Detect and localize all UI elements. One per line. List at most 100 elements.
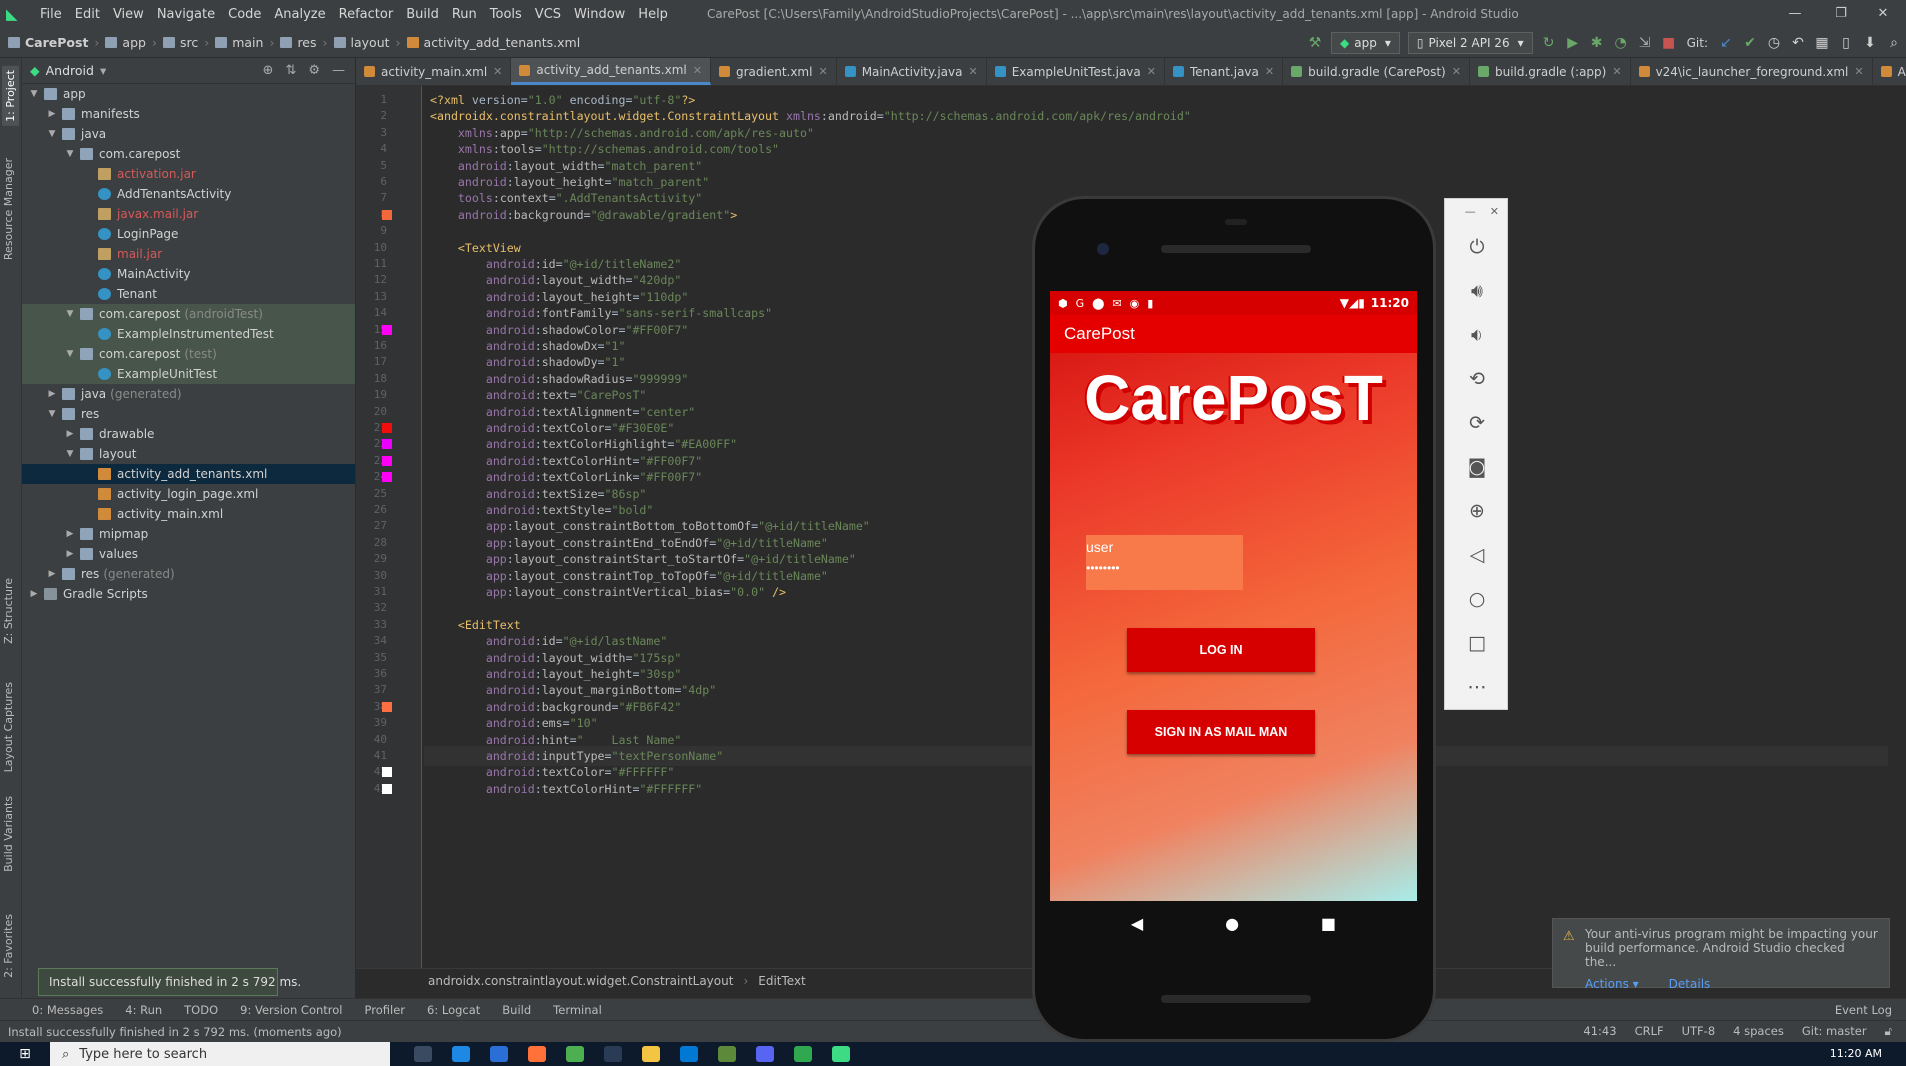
notification-details-link[interactable]: Details (1669, 977, 1711, 991)
tree-item[interactable]: activity_add_tenants.xml (22, 464, 355, 484)
editor-tab[interactable]: ExampleUnitTest.java ✕ (987, 58, 1165, 85)
emulator-close-icon[interactable]: ✕ (1490, 205, 1499, 225)
zoom-icon[interactable]: ⊕ (1445, 489, 1509, 533)
editor-tab[interactable]: v24\ic_launcher_foreground.xml ✕ (1631, 58, 1873, 85)
caret-position[interactable]: 41:43 (1583, 1024, 1616, 1039)
color-preview-marker[interactable] (382, 472, 392, 483)
mailman-signin-button[interactable]: SIGN IN AS MAIL MAN (1127, 710, 1315, 754)
tree-item[interactable]: ▶ manifests (22, 104, 355, 124)
editor-tab[interactable]: MainActivity.java ✕ (837, 58, 987, 85)
tree-item[interactable]: ▼ app (22, 84, 355, 104)
menu-view[interactable]: View (113, 7, 144, 22)
tool-terminal[interactable]: Terminal (553, 1003, 602, 1017)
menu-analyze[interactable]: Analyze (274, 7, 325, 22)
close-tab-icon[interactable]: ✕ (818, 65, 827, 78)
back-icon[interactable]: ◀ (1131, 914, 1143, 933)
expand-arrow-icon[interactable]: ▼ (64, 149, 76, 159)
tree-item[interactable]: ▶ mipmap (22, 524, 355, 544)
close-icon[interactable]: ✕ (1860, 0, 1906, 28)
git-commit-icon[interactable]: ✔ (1738, 32, 1762, 54)
breadcrumb-item[interactable]: main › (215, 35, 276, 50)
settings-gear-icon[interactable]: ⚙ (308, 63, 320, 78)
close-tab-icon[interactable]: ✕ (1147, 65, 1156, 78)
code-line[interactable]: android:background="@drawable/gradient"> (430, 205, 737, 225)
color-preview-marker[interactable] (382, 701, 392, 712)
tree-item[interactable]: ▼ com.carepost (22, 144, 355, 164)
tree-item[interactable]: ▶ Gradle Scripts (22, 584, 355, 604)
menu-vcs[interactable]: VCS (535, 7, 561, 22)
indent-setting[interactable]: 4 spaces (1733, 1024, 1784, 1039)
color-preview-marker[interactable] (382, 439, 392, 450)
expand-arrow-icon[interactable]: ▼ (46, 409, 58, 419)
close-tab-icon[interactable]: ✕ (693, 64, 702, 77)
store-icon[interactable] (490, 1046, 508, 1062)
close-tab-icon[interactable]: ✕ (493, 65, 502, 78)
home-icon[interactable]: ● (1225, 914, 1239, 933)
tree-item[interactable]: ▶ drawable (22, 424, 355, 444)
rollback-icon[interactable]: ↶ (1786, 32, 1810, 54)
tree-item[interactable]: ExampleInstrumentedTest (22, 324, 355, 344)
minimize-icon[interactable]: — (1772, 0, 1818, 28)
run-icon[interactable]: ▶ (1561, 32, 1585, 54)
editor-tab[interactable]: Tenant.java ✕ (1165, 58, 1284, 85)
color-preview-marker[interactable] (382, 767, 392, 778)
make-project-hammer-icon[interactable]: ⚒ (1303, 32, 1327, 54)
rotate-right-icon[interactable]: ⟳ (1445, 401, 1509, 445)
expand-arrow-icon[interactable]: ▼ (64, 449, 76, 459)
close-tab-icon[interactable]: ✕ (1452, 65, 1461, 78)
menu-help[interactable]: Help (638, 7, 668, 22)
menu-tools[interactable]: Tools (490, 7, 522, 22)
file-encoding[interactable]: UTF-8 (1682, 1024, 1716, 1039)
editor-tab[interactable]: AndroidManifest.xml✕ (1873, 58, 1906, 85)
history-icon[interactable]: ◷ (1762, 32, 1786, 54)
tree-item[interactable]: ▶ res (generated) (22, 564, 355, 584)
power-icon[interactable]: ⏻ (1445, 225, 1509, 269)
expand-arrow-icon[interactable]: ▶ (64, 549, 76, 559)
collapse-all-icon[interactable]: ⇅ (285, 63, 296, 78)
device-select[interactable]: ▯ Pixel 2 API 26 ▾ (1407, 31, 1533, 54)
editor-tab[interactable]: activity_add_tenants.xml ✕ (511, 58, 711, 85)
volume-up-icon[interactable]: 🔊︎ (1445, 269, 1509, 313)
expand-arrow-icon[interactable]: ▶ (64, 529, 76, 539)
debug-icon[interactable]: ✱ (1585, 32, 1609, 54)
tree-item[interactable]: MainActivity (22, 264, 355, 284)
side-tab-build-variants[interactable]: Build Variants (2, 796, 15, 872)
expand-arrow-icon[interactable]: ▼ (64, 349, 76, 359)
menu-refactor[interactable]: Refactor (339, 7, 394, 22)
chrome-icon[interactable] (566, 1046, 584, 1062)
attach-debugger-icon[interactable]: ⇲ (1633, 32, 1657, 54)
edge-icon[interactable] (452, 1046, 470, 1062)
code-breadcrumb-item[interactable]: EditText (758, 974, 806, 988)
editor-tab[interactable]: activity_main.xml ✕ (356, 58, 512, 85)
firefox-icon[interactable] (528, 1046, 546, 1062)
code-line[interactable]: app:layout_constraintVertical_bias="0.0"… (430, 582, 786, 602)
tool-version-control[interactable]: 9: Version Control (240, 1003, 342, 1017)
close-tab-icon[interactable]: ✕ (1612, 65, 1621, 78)
locate-file-icon[interactable]: ⊕ (263, 63, 274, 78)
menu-navigate[interactable]: Navigate (157, 7, 215, 22)
editor-tab[interactable]: build.gradle (:app) ✕ (1470, 58, 1631, 85)
maps-icon[interactable] (794, 1046, 812, 1062)
tree-item[interactable]: javax.mail.jar (22, 204, 355, 224)
breadcrumb-item[interactable]: src › (162, 35, 211, 50)
color-preview-marker[interactable] (382, 455, 392, 466)
tool-build[interactable]: Build (502, 1003, 531, 1017)
file-explorer-icon[interactable] (642, 1046, 660, 1062)
tree-item[interactable]: Tenant (22, 284, 355, 304)
breadcrumb-item[interactable]: layout › (333, 35, 403, 50)
tree-item[interactable]: ExampleUnitTest (22, 364, 355, 384)
taskbar-clock[interactable]: 11:20 AM (1830, 1048, 1906, 1060)
tree-item[interactable]: mail.jar (22, 244, 355, 264)
stop-icon[interactable]: ■ (1657, 32, 1681, 54)
project-structure-icon[interactable]: ▦ (1810, 32, 1834, 54)
expand-arrow-icon[interactable]: ▶ (46, 109, 58, 119)
expand-arrow-icon[interactable]: ▼ (64, 309, 76, 319)
minecraft-icon[interactable] (718, 1046, 736, 1062)
side-tab-favorites[interactable]: 2: Favorites (2, 914, 15, 978)
code-line[interactable]: android:textColorHint="#FFFFFF" (430, 779, 702, 799)
steam-icon[interactable] (604, 1046, 622, 1062)
taskbar-search[interactable]: ⌕ Type here to search (50, 1042, 390, 1066)
login-button[interactable]: LOG IN (1127, 628, 1315, 672)
side-tab-resource-manager[interactable]: Resource Manager (2, 158, 15, 260)
phone-screen[interactable]: ⬢ G ⬤ ✉ ◉ ▮ ▼◢▮ 11:20 CarePost CarePosT … (1050, 291, 1417, 901)
